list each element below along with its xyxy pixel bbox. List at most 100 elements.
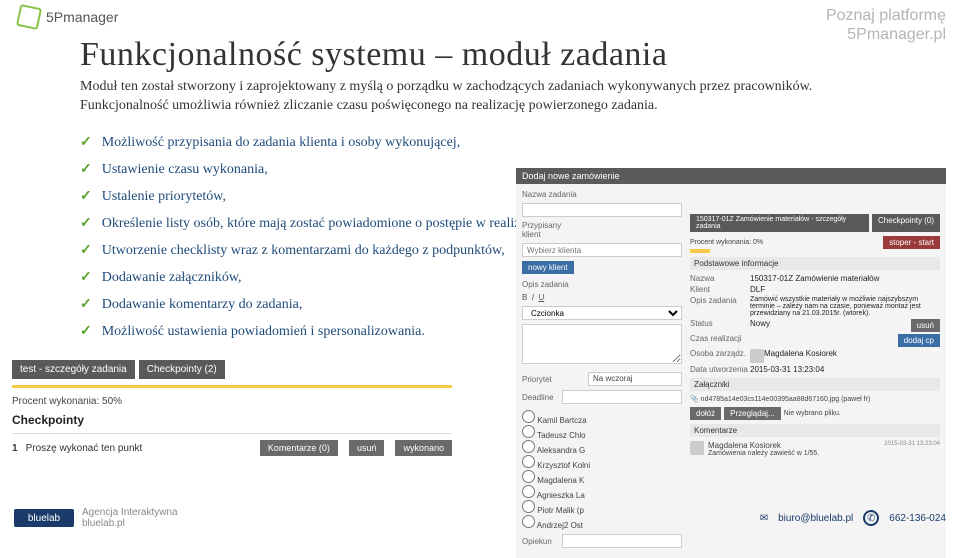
info-value: Nowy bbox=[750, 319, 911, 332]
client-label: Przypisany klient bbox=[522, 221, 582, 239]
checkpoint-row: 1 Proszę wykonać ten punkt Komentarze (0… bbox=[12, 433, 452, 462]
person-label: Aleksandra G bbox=[537, 446, 585, 455]
tab-task-details-right[interactable]: 150317-01Z Zamówienie materiałów - szcze… bbox=[690, 214, 869, 232]
person-label: Krzysztof Kolni bbox=[537, 461, 590, 470]
name-label: Nazwa zadania bbox=[522, 190, 582, 199]
list-item-label: Możliwość przypisania do zadania klienta… bbox=[102, 135, 460, 150]
footer-email[interactable]: biuro@bluelab.pl bbox=[778, 513, 853, 524]
person-item[interactable]: Kamil Bartcza bbox=[522, 410, 682, 425]
list-item-label: Ustawienie czasu wykonania, bbox=[102, 162, 268, 177]
deadline-label: Deadline bbox=[522, 393, 556, 402]
task-detail-snippet: test - szczegóły zadania Checkpointy (2)… bbox=[12, 360, 452, 462]
person-label: Kamil Bartcza bbox=[537, 416, 586, 425]
footer-phone[interactable]: 662-136-024 bbox=[889, 513, 946, 524]
radio-icon[interactable] bbox=[522, 410, 535, 423]
desc-label: Opis zadania bbox=[522, 280, 582, 289]
progress-label-right: Procent wykonania: 0% bbox=[690, 239, 763, 246]
check-icon: ✓ bbox=[80, 216, 92, 231]
info-key: Osoba zarządz. bbox=[690, 349, 750, 363]
list-item-label: Określenie listy osób, które mają zostać… bbox=[102, 216, 533, 231]
font-select[interactable]: Czcionka bbox=[522, 306, 682, 320]
page-title: Funkcjonalność systemu – moduł zadania bbox=[80, 36, 946, 74]
checkpoint-delete-button[interactable]: usuń bbox=[349, 440, 385, 456]
opiekun-label: Opiekun bbox=[522, 537, 556, 546]
list-item-label: Dodawanie komentarzy do zadania, bbox=[102, 297, 303, 312]
section-comments: Komentarze bbox=[690, 424, 940, 437]
radio-icon[interactable] bbox=[522, 425, 535, 438]
header-line1: Poznaj platformę bbox=[826, 6, 946, 25]
stoper-button[interactable]: stoper - start bbox=[883, 236, 940, 249]
new-client-button[interactable]: nowy klient bbox=[522, 261, 574, 274]
checkpoint-comments-button[interactable]: Komentarze (0) bbox=[260, 440, 338, 456]
check-icon: ✓ bbox=[80, 135, 92, 150]
attachment-filename[interactable]: nd4785a14e03cs114e00395aa88d67160.jpg (p… bbox=[701, 396, 871, 403]
priority-value[interactable]: Na wczoraj bbox=[588, 372, 682, 386]
cube-icon bbox=[16, 4, 42, 30]
list-item-label: Dodawanie załączników, bbox=[102, 270, 242, 285]
check-icon: ✓ bbox=[80, 324, 92, 339]
paperclip-icon: 📎 bbox=[690, 396, 699, 403]
list-item-label: Utworzenie checklisty wraz z komentarzam… bbox=[102, 243, 505, 258]
logo-text: 5P5Pmanagermanager bbox=[46, 9, 118, 25]
envelope-icon: ✉ bbox=[760, 513, 768, 524]
person-label: Agnieszka La bbox=[537, 491, 585, 500]
check-icon: ✓ bbox=[80, 189, 92, 204]
radio-icon[interactable] bbox=[522, 455, 535, 468]
check-icon: ✓ bbox=[80, 297, 92, 312]
checkpoint-text: Proszę wykonać ten punkt bbox=[26, 443, 252, 454]
list-item-label: Ustalenie priorytetów, bbox=[102, 189, 226, 204]
person-item[interactable]: Agnieszka La bbox=[522, 485, 682, 500]
list-item-label: Możliwość ustawienia powiadomień i spers… bbox=[102, 324, 425, 339]
info-key: Data utworzenia bbox=[690, 365, 750, 374]
progress-label: Procent wykonania: 50% bbox=[12, 396, 452, 407]
opiekun-input[interactable] bbox=[562, 534, 682, 548]
info-key: Status bbox=[690, 319, 750, 332]
person-item[interactable]: Aleksandra G bbox=[522, 440, 682, 455]
checkpoint-number: 1 bbox=[12, 443, 18, 454]
priority-label: Priorytet bbox=[522, 375, 582, 384]
comment-text: Zamówienia należy zawieść w 1/55. bbox=[708, 450, 940, 457]
phone-icon: ✆ bbox=[863, 510, 879, 526]
radio-icon[interactable] bbox=[522, 440, 535, 453]
person-label: Magdalena K bbox=[537, 476, 584, 485]
deadline-input[interactable] bbox=[562, 390, 682, 404]
check-icon: ✓ bbox=[80, 270, 92, 285]
comment-date: 2015-03-31 13:23:04 bbox=[884, 441, 940, 450]
progress-bar-right bbox=[690, 249, 710, 253]
checkpoint-done-button[interactable]: wykonano bbox=[395, 440, 452, 456]
task-name-input[interactable] bbox=[522, 203, 682, 217]
radio-icon[interactable] bbox=[522, 470, 535, 483]
tab-task-details[interactable]: test - szczegóły zadania bbox=[12, 360, 135, 379]
delete-button[interactable]: usuń bbox=[911, 319, 940, 332]
info-key: Czas realizacji bbox=[690, 334, 750, 347]
page-subtitle: Moduł ten został stworzony i zaprojektow… bbox=[80, 78, 900, 116]
attach-button[interactable]: dołóż bbox=[690, 407, 721, 420]
person-item[interactable]: Tadeusz Chlo bbox=[522, 425, 682, 440]
comment-author: Magdalena Kosiorek bbox=[708, 441, 781, 450]
check-icon: ✓ bbox=[80, 243, 92, 258]
no-file-label: Nie wybrano pliku. bbox=[784, 410, 841, 417]
info-key: Klient bbox=[690, 285, 750, 294]
browse-button[interactable]: Przeglądaj... bbox=[724, 407, 780, 420]
bluelab-logo: bluelab bbox=[14, 509, 74, 527]
radio-icon[interactable] bbox=[522, 485, 535, 498]
info-value: DLF bbox=[750, 285, 940, 294]
tab-checkpoints-right[interactable]: Checkpointy (0) bbox=[872, 214, 940, 232]
checkpoints-heading: Checkpointy bbox=[12, 413, 452, 427]
client-select[interactable] bbox=[522, 243, 682, 257]
info-key: Opis zadania bbox=[690, 296, 750, 317]
person-item[interactable]: Krzysztof Kolni bbox=[522, 455, 682, 470]
info-value: Zamówić wszystkie materiały w możliwie n… bbox=[750, 296, 940, 317]
footer-agency-domain: bluelab.pl bbox=[82, 518, 178, 529]
list-item: ✓ Możliwość przypisania do zadania klient… bbox=[80, 134, 946, 151]
info-value: Magdalena Kosiorek bbox=[764, 349, 940, 363]
progress-bar bbox=[12, 385, 452, 388]
person-item[interactable]: Magdalena K bbox=[522, 470, 682, 485]
check-icon: ✓ bbox=[80, 162, 92, 177]
logo-5pmanager: 5P5Pmanagermanager bbox=[18, 6, 118, 28]
info-value: 150317-01Z Zamówienie materiałów bbox=[750, 274, 940, 283]
desc-textarea[interactable] bbox=[522, 324, 682, 364]
add-cp-button[interactable]: dodaj cp bbox=[898, 334, 940, 347]
section-basic-info: Podstawowe informacje bbox=[690, 257, 940, 270]
tab-checkpoints[interactable]: Checkpointy (2) bbox=[139, 360, 225, 379]
